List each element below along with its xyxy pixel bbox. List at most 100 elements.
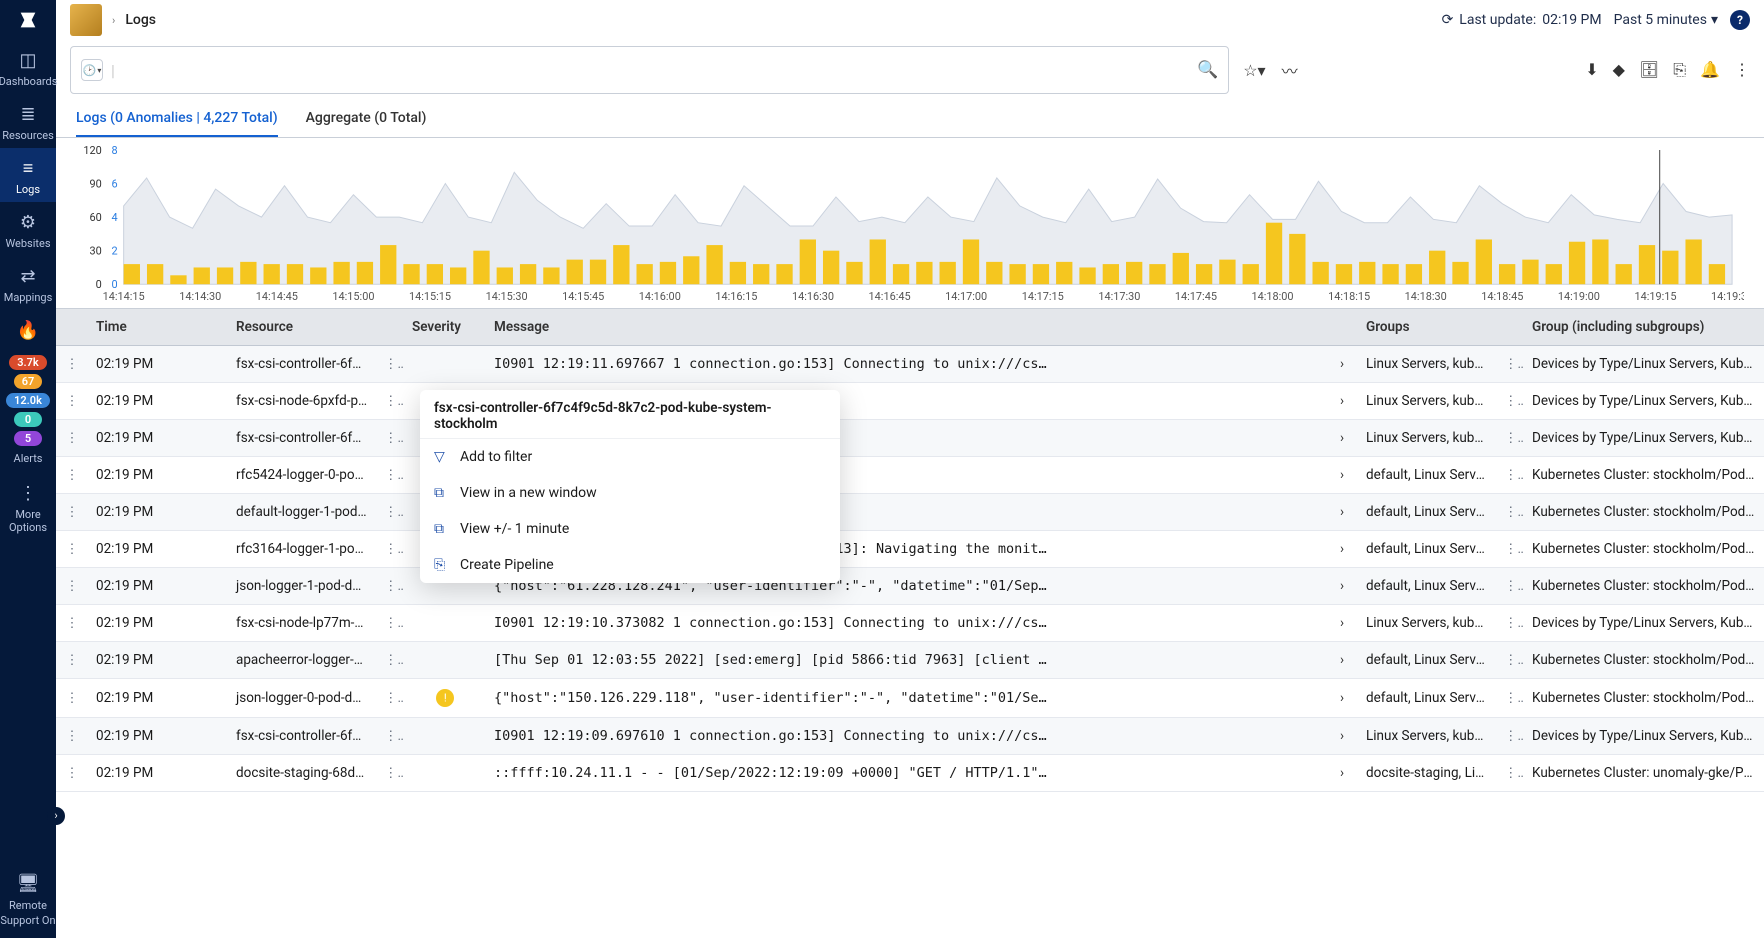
query-history-button[interactable]: 🕑 ▾ <box>81 59 103 81</box>
search-icon[interactable]: 🔍 <box>1197 60 1218 80</box>
sidebar-item-websites[interactable]: ⚙Websites <box>0 202 56 256</box>
expand-row-button[interactable]: › <box>1326 383 1358 420</box>
table-row[interactable]: ⋮ 02:19 PM fsx-csi-controller-6f7c… ⋮ I0… <box>56 718 1764 755</box>
groups-menu-button[interactable]: ⋮ <box>1496 457 1524 494</box>
alert-badge[interactable]: 0 <box>14 412 42 427</box>
col-header-message[interactable]: Message <box>486 309 1326 346</box>
expand-row-button[interactable]: › <box>1326 755 1358 792</box>
resource-menu-button[interactable]: ⋮ <box>376 718 404 755</box>
col-header-groups[interactable]: Groups <box>1358 309 1496 346</box>
sidebar-remote-support[interactable]: 🖥 Remote Support On <box>0 862 56 938</box>
query-input-container[interactable]: 🕑 ▾ | 🔍 <box>70 46 1229 94</box>
col-header-severity[interactable]: Severity <box>404 309 486 346</box>
expand-row-button[interactable]: › <box>1326 568 1358 605</box>
row-menu-button[interactable]: ⋮ <box>56 420 88 457</box>
expand-row-button[interactable]: › <box>1326 605 1358 642</box>
resource-menu-button[interactable]: ⋮ <box>376 605 404 642</box>
log-volume-chart[interactable]: 12089066043020014:14:1514:14:3014:14:451… <box>56 138 1764 308</box>
context-menu-item[interactable]: ⧉View +/- 1 minute <box>420 511 840 547</box>
groups-menu-button[interactable]: ⋮ <box>1496 531 1524 568</box>
context-menu-item[interactable]: ▽Add to filter <box>420 439 840 475</box>
row-menu-button[interactable]: ⋮ <box>56 605 88 642</box>
resource-menu-button[interactable]: ⋮ <box>376 755 404 792</box>
table-row[interactable]: ⋮ 02:19 PM default-logger-1-pod-d… ⋮ :17… <box>56 494 1764 531</box>
groups-menu-button[interactable]: ⋮ <box>1496 420 1524 457</box>
sidebar-expand-toggle[interactable]: › <box>47 807 65 825</box>
tab-logs[interactable]: Logs (0 Anomalies | 4,227 Total) <box>76 100 278 137</box>
search-input[interactable] <box>123 62 1189 78</box>
row-menu-button[interactable]: ⋮ <box>56 642 88 679</box>
resource-menu-button[interactable]: ⋮ <box>376 420 404 457</box>
groups-menu-button[interactable]: ⋮ <box>1496 755 1524 792</box>
resource-menu-button[interactable]: ⋮ <box>376 346 404 383</box>
groups-menu-button[interactable]: ⋮ <box>1496 718 1524 755</box>
time-range-selector[interactable]: Past 5 minutes ▾ <box>1614 12 1718 28</box>
row-menu-button[interactable]: ⋮ <box>56 457 88 494</box>
help-button[interactable]: ? <box>1730 10 1750 30</box>
brand-logo[interactable] <box>0 0 56 40</box>
download-icon[interactable]: ⬇ <box>1585 60 1598 80</box>
groups-menu-button[interactable]: ⋮ <box>1496 346 1524 383</box>
more-actions-icon[interactable]: ⋮ <box>1734 60 1750 80</box>
resource-menu-button[interactable]: ⋮ <box>376 457 404 494</box>
sidebar-more-options[interactable]: ⋮ More Options <box>0 473 56 540</box>
expand-row-button[interactable]: › <box>1326 718 1358 755</box>
pipeline-icon[interactable]: ⎘ <box>1673 60 1686 80</box>
table-row[interactable]: ⋮ 02:19 PM fsx-csi-node-6pxfd-po… ⋮ Conn… <box>56 383 1764 420</box>
row-menu-button[interactable]: ⋮ <box>56 346 88 383</box>
resource-menu-button[interactable]: ⋮ <box>376 531 404 568</box>
alert-badge[interactable]: 12.0k <box>6 393 50 408</box>
row-menu-button[interactable]: ⋮ <box>56 679 88 718</box>
expand-row-button[interactable]: › <box>1326 531 1358 568</box>
breadcrumb-thumbnail[interactable] <box>70 4 102 36</box>
star-icon[interactable]: ☆▾ <box>1243 61 1265 80</box>
context-menu-item[interactable]: ⎘Create Pipeline <box>420 547 840 583</box>
resource-menu-button[interactable]: ⋮ <box>376 568 404 605</box>
col-header-time[interactable]: Time <box>88 309 228 346</box>
resource-menu-button[interactable]: ⋮ <box>376 494 404 531</box>
resource-menu-button[interactable]: ⋮ <box>376 642 404 679</box>
table-row[interactable]: ⋮ 02:19 PM docsite-staging-68d56… ⋮ ::ff… <box>56 755 1764 792</box>
groups-menu-button[interactable]: ⋮ <box>1496 679 1524 718</box>
database-icon[interactable]: 🗄 <box>1639 60 1659 80</box>
resource-menu-button[interactable]: ⋮ <box>376 383 404 420</box>
sidebar-item-mappings[interactable]: ⇄Mappings <box>0 256 56 310</box>
expand-row-button[interactable]: › <box>1326 346 1358 383</box>
bell-icon[interactable]: 🔔 <box>1700 60 1720 80</box>
expand-row-button[interactable]: › <box>1326 642 1358 679</box>
groups-menu-button[interactable]: ⋮ <box>1496 642 1524 679</box>
table-row[interactable]: ⋮ 02:19 PM fsx-csi-controller-6f7c… ⋮ I0… <box>56 346 1764 383</box>
col-header-resource[interactable]: Resource <box>228 309 376 346</box>
table-row[interactable]: ⋮ 02:19 PM apacheerror-logger-0-… ⋮ [Thu… <box>56 642 1764 679</box>
last-update[interactable]: ⟳ Last update: 02:19 PM <box>1442 12 1602 28</box>
col-header-groupsub[interactable]: Group (including subgroups) <box>1524 309 1764 346</box>
groups-menu-button[interactable]: ⋮ <box>1496 494 1524 531</box>
table-row[interactable]: ⋮ 02:19 PM json-logger-0-pod-def… ⋮ ! {"… <box>56 679 1764 718</box>
expand-row-button[interactable]: › <box>1326 494 1358 531</box>
sidebar-item-dashboards[interactable]: ◫Dashboards <box>0 40 56 94</box>
table-row[interactable]: ⋮ 02:19 PM json-logger-1-pod-defa… ⋮ {"h… <box>56 568 1764 605</box>
row-menu-button[interactable]: ⋮ <box>56 568 88 605</box>
row-menu-button[interactable]: ⋮ <box>56 755 88 792</box>
row-menu-button[interactable]: ⋮ <box>56 531 88 568</box>
table-row[interactable]: ⋮ 02:19 PM rfc5424-logger-0-pod… ⋮ icati… <box>56 457 1764 494</box>
groups-menu-button[interactable]: ⋮ <box>1496 568 1524 605</box>
groups-menu-button[interactable]: ⋮ <box>1496 383 1524 420</box>
expand-row-button[interactable]: › <box>1326 420 1358 457</box>
table-row[interactable]: ⋮ 02:19 PM rfc3164-logger-1-pod-d… ⋮ <17… <box>56 531 1764 568</box>
groups-menu-button[interactable]: ⋮ <box>1496 605 1524 642</box>
expand-row-button[interactable]: › <box>1326 457 1358 494</box>
row-menu-button[interactable]: ⋮ <box>56 718 88 755</box>
sidebar-alerts[interactable]: 🔥 <box>0 310 56 347</box>
deploy-icon[interactable]: ◆ <box>1613 60 1625 80</box>
tab-aggregate[interactable]: Aggregate (0 Total) <box>306 100 427 137</box>
sidebar-item-logs[interactable]: ≡Logs <box>0 148 56 202</box>
table-row[interactable]: ⋮ 02:19 PM fsx-csi-node-lp77m-po… ⋮ I090… <box>56 605 1764 642</box>
row-menu-button[interactable]: ⋮ <box>56 383 88 420</box>
sidebar-item-resources[interactable]: ≣Resources <box>0 94 56 148</box>
table-row[interactable]: ⋮ 02:19 PM fsx-csi-controller-6f7c… ⋮ Co… <box>56 420 1764 457</box>
alert-badge[interactable]: 3.7k <box>9 355 47 370</box>
row-menu-button[interactable]: ⋮ <box>56 494 88 531</box>
alert-badge[interactable]: 67 <box>14 374 43 389</box>
alert-badge[interactable]: 5 <box>14 431 42 446</box>
